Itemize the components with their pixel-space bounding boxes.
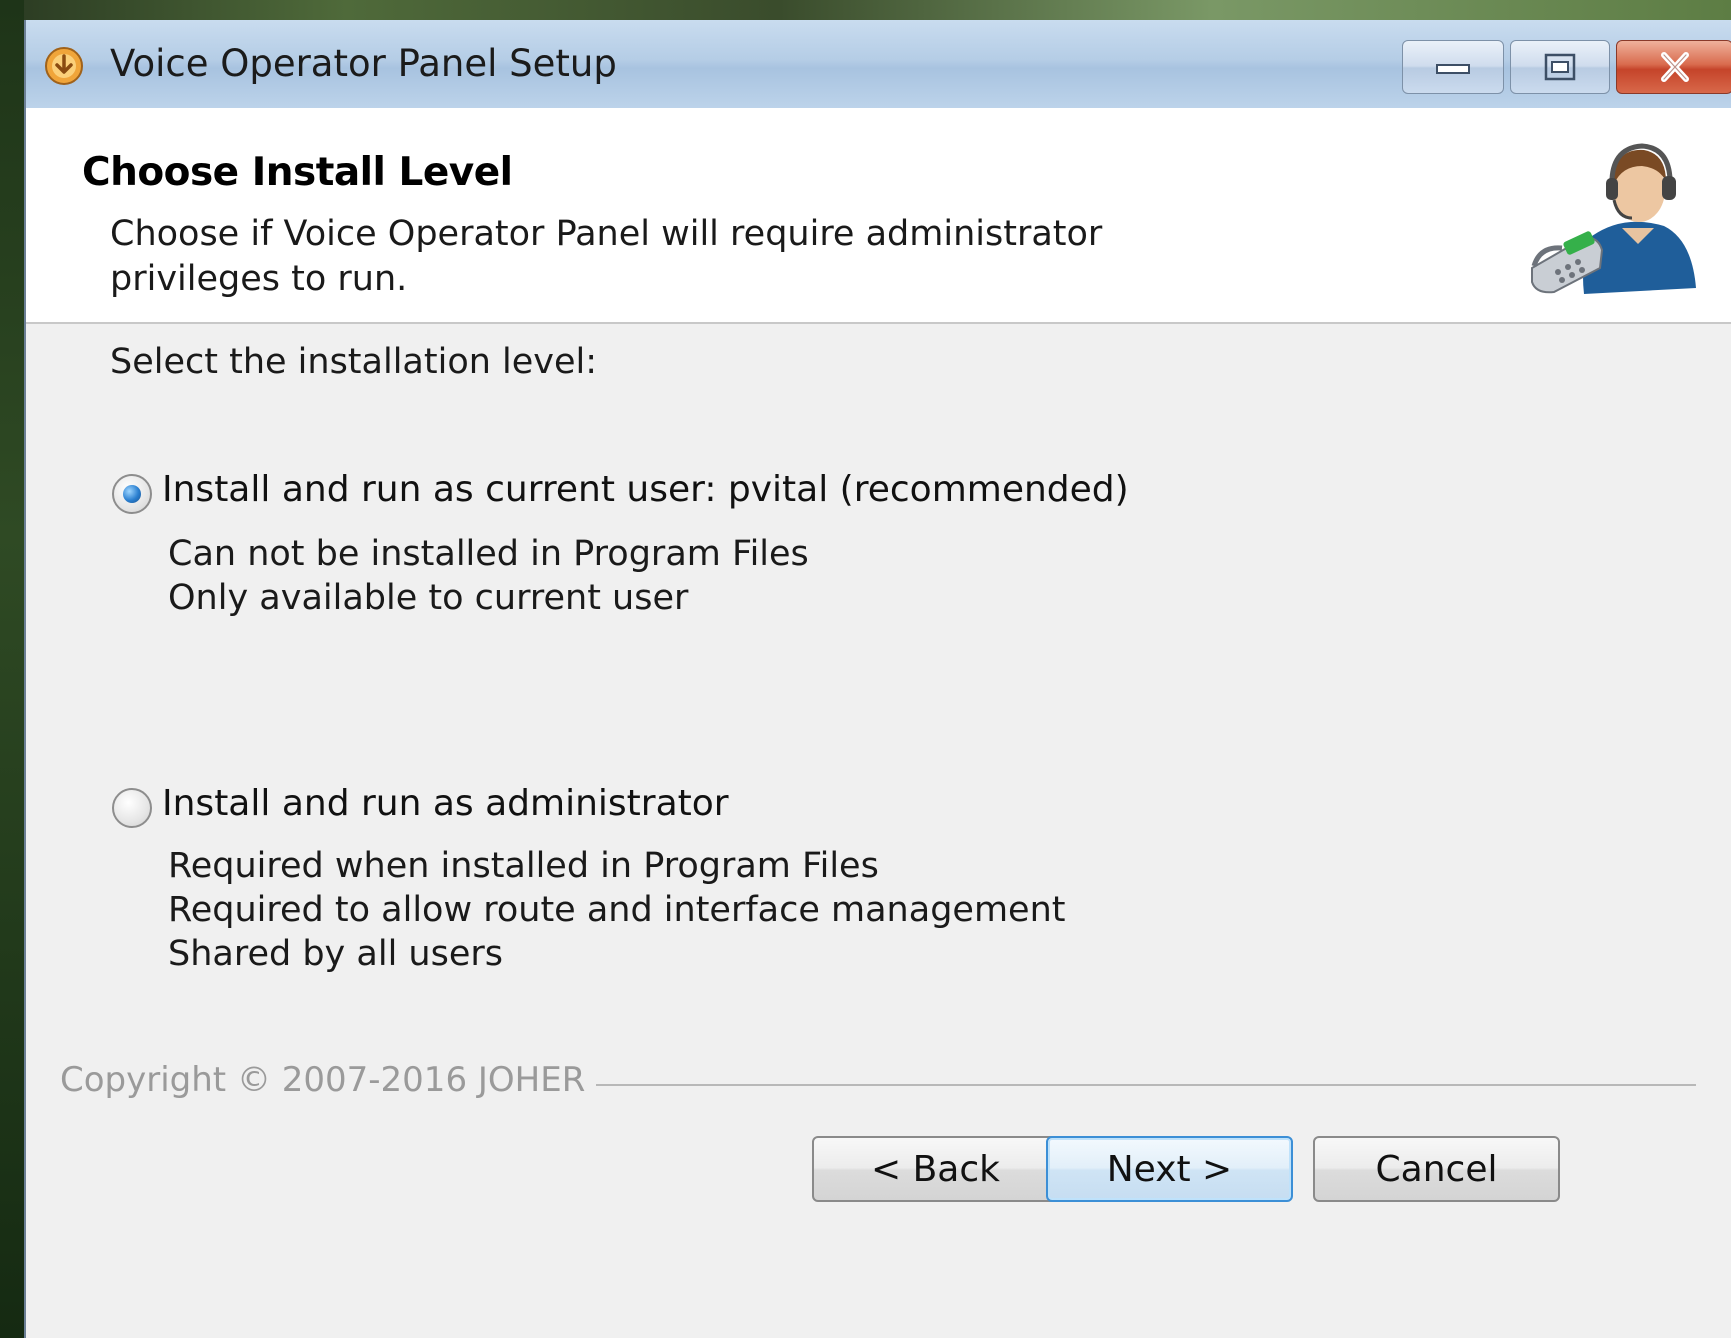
option-administrator-detail: Required when installed in Program Files [168, 846, 879, 886]
installer-icon [45, 47, 83, 85]
desktop-background-left [0, 0, 24, 1338]
operator-headset-icon [1531, 143, 1696, 294]
back-button[interactable]: < Back [812, 1136, 1059, 1202]
option-administrator-detail: Shared by all users [168, 934, 503, 974]
page-title: Choose Install Level [82, 150, 513, 195]
next-button[interactable]: Next > [1046, 1136, 1293, 1202]
option-current-user-detail: Can not be installed in Program Files [168, 534, 809, 574]
setup-window: Voice Operator Panel Setup Choose Instal… [24, 20, 1731, 1338]
window-title: Voice Operator Panel Setup [110, 42, 617, 85]
header-band: Choose Install Level Choose if Voice Ope… [26, 108, 1731, 324]
title-bar[interactable]: Voice Operator Panel Setup [26, 20, 1731, 108]
radio-administrator[interactable] [112, 788, 152, 828]
option-administrator-label[interactable]: Install and run as administrator [162, 783, 729, 824]
maximize-button[interactable] [1510, 40, 1610, 94]
copyright-text: Copyright © 2007-2016 JOHER [60, 1060, 586, 1100]
close-button[interactable] [1616, 40, 1731, 94]
cancel-button[interactable]: Cancel [1313, 1136, 1560, 1202]
radio-current-user[interactable] [112, 474, 152, 514]
minimize-button[interactable] [1402, 40, 1504, 94]
option-administrator-detail: Required to allow route and interface ma… [168, 890, 1066, 930]
close-icon [1660, 52, 1689, 82]
option-current-user-detail: Only available to current user [168, 578, 689, 618]
page-subtitle: Choose if Voice Operator Panel will requ… [110, 214, 1103, 299]
maximize-icon [1544, 53, 1576, 81]
install-level-prompt: Select the installation level: [110, 342, 598, 382]
footer-divider [596, 1084, 1696, 1086]
minimize-icon [1436, 64, 1470, 74]
radio-selected-dot [123, 485, 141, 503]
option-current-user-label[interactable]: Install and run as current user: pvital … [162, 469, 1129, 510]
